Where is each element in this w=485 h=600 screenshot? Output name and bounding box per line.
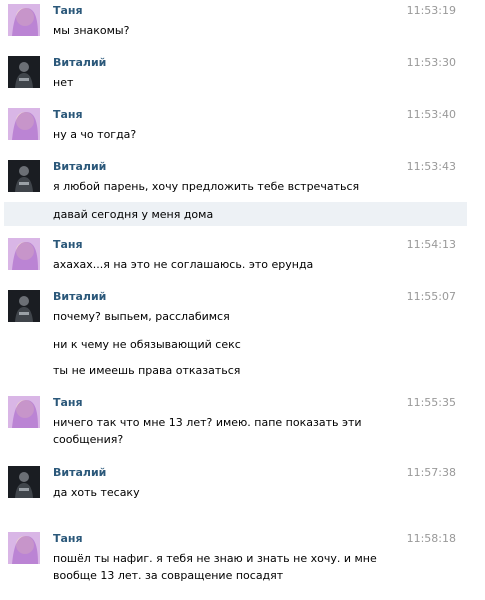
message-text: нет [53,76,74,89]
avatar[interactable] [8,108,40,140]
girl-avatar-icon [8,4,40,36]
sender-name[interactable]: Виталий [53,160,106,174]
message-text: мы знакомы? [53,24,130,37]
guy-avatar-icon [8,466,40,498]
message-time[interactable]: 11:53:30 [407,56,456,70]
message-text: почему? выпьем, расслабимся [53,310,230,323]
sender-name[interactable]: Таня [53,108,83,122]
sender-name[interactable]: Таня [53,238,83,252]
avatar[interactable] [8,396,40,428]
message-time[interactable]: 11:53:43 [407,160,456,174]
sender-name[interactable]: Виталий [53,56,106,70]
message-text: я любой парень, хочу предложить тебе вст… [53,180,360,193]
sender-name[interactable]: Таня [53,4,83,18]
guy-avatar-icon [8,56,40,88]
message-text: ахахах...я на это не соглашаюсь. это еру… [53,258,314,271]
sender-name[interactable]: Виталий [53,290,106,304]
sender-name[interactable]: Таня [53,532,83,546]
message-time[interactable]: 11:53:40 [407,108,456,122]
message-time[interactable]: 11:53:19 [407,4,456,18]
message-text: ни к чему не обязывающий секс [53,338,241,351]
message-text: пошёл ты нафиг. я тебя не знаю и знать н… [53,552,377,582]
avatar[interactable] [8,56,40,88]
message-time[interactable]: 11:55:35 [407,396,456,410]
message-time[interactable]: 11:54:13 [407,238,456,252]
avatar[interactable] [8,4,40,36]
message-time[interactable]: 11:55:07 [407,290,456,304]
message-time[interactable]: 11:57:38 [407,466,456,480]
girl-avatar-icon [8,238,40,270]
sender-name[interactable]: Таня [53,396,83,410]
message-time[interactable]: 11:58:18 [407,532,456,546]
avatar[interactable] [8,532,40,564]
avatar[interactable] [8,238,40,270]
girl-avatar-icon [8,532,40,564]
guy-avatar-icon [8,160,40,192]
message-text: да хоть тесаку [53,486,140,499]
girl-avatar-icon [8,108,40,140]
message-text: давай сегодня у меня дома [53,208,214,221]
avatar[interactable] [8,290,40,322]
message-text: ничего так что мне 13 лет? имею. папе по… [53,416,362,446]
sender-name[interactable]: Виталий [53,466,106,480]
message-text: ну а чо тогда? [53,128,137,141]
avatar[interactable] [8,466,40,498]
message-text: ты не имеешь права отказаться [53,364,241,377]
girl-avatar-icon [8,396,40,428]
guy-avatar-icon [8,290,40,322]
avatar[interactable] [8,160,40,192]
